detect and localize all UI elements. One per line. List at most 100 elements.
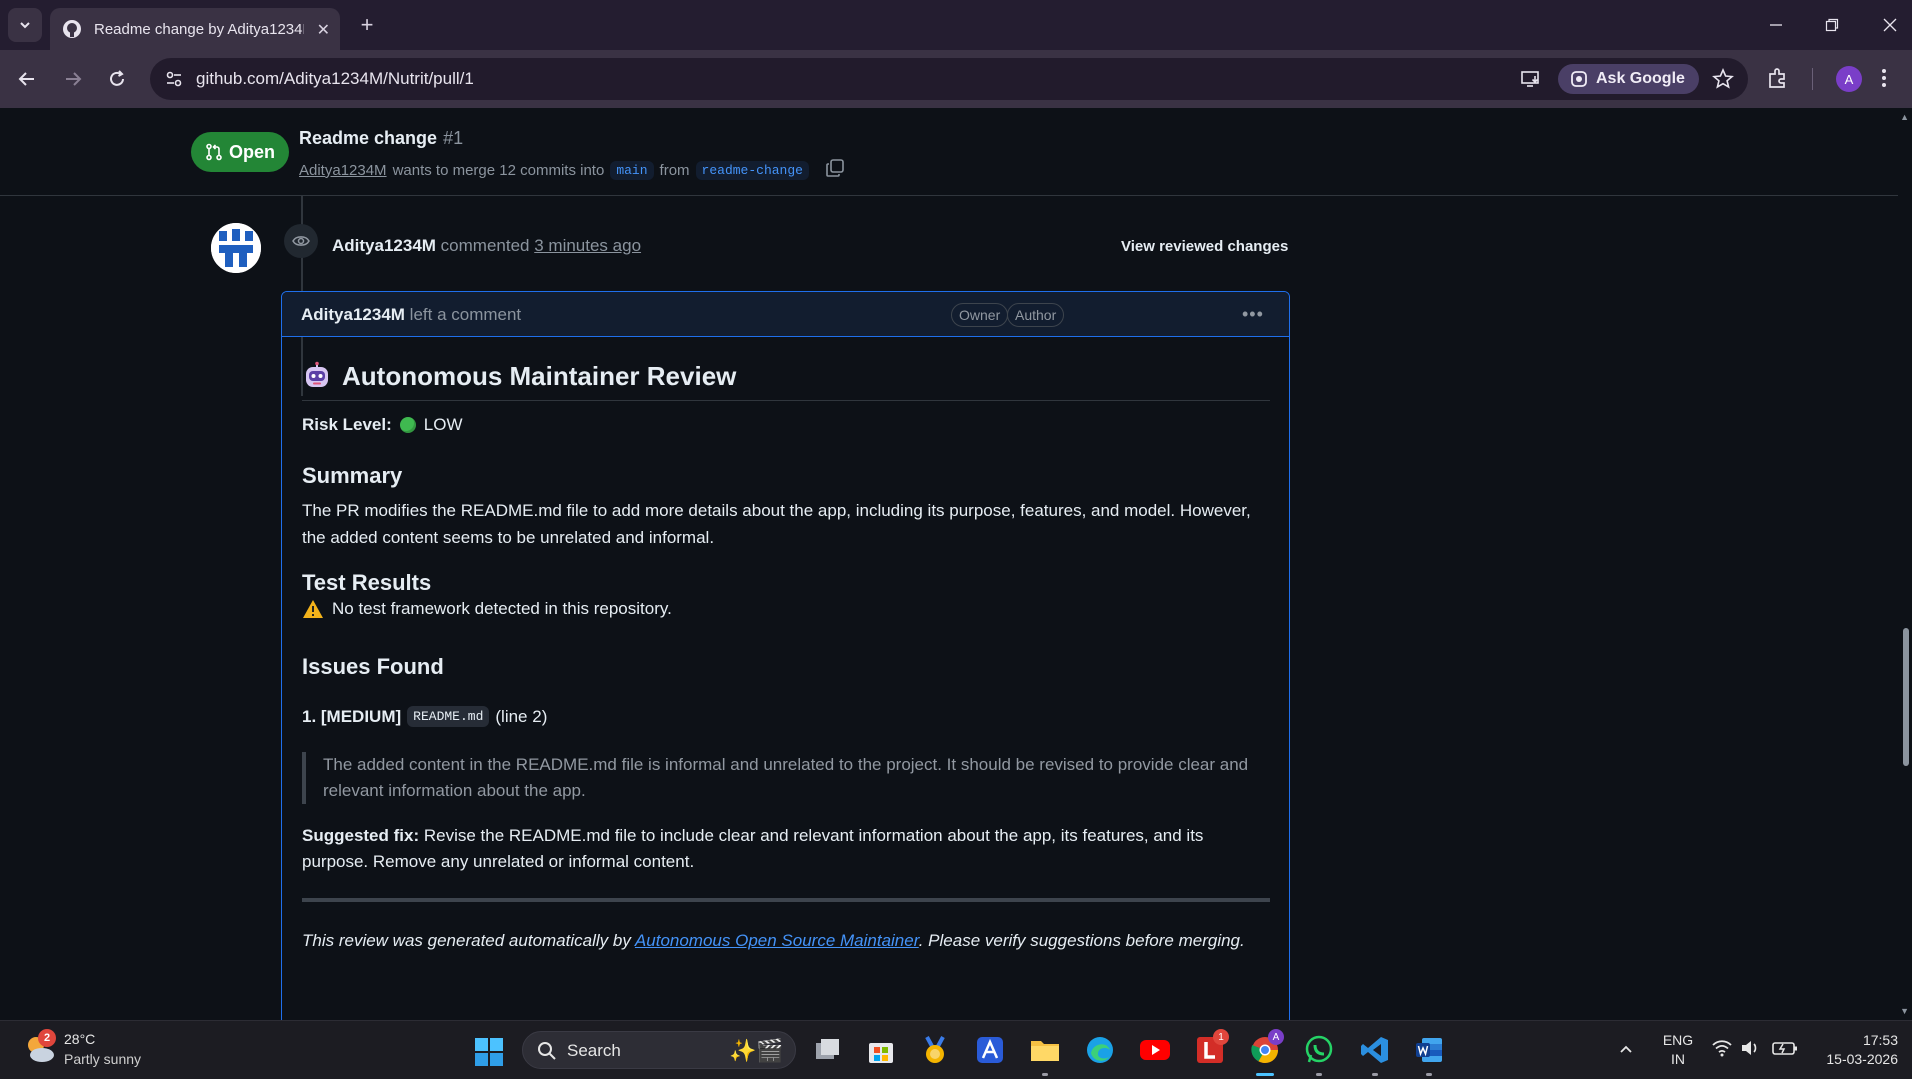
- event-time-link[interactable]: 3 minutes ago: [534, 236, 641, 255]
- page-scrollbar[interactable]: ▲ ▼: [1898, 108, 1912, 1020]
- extensions-icon[interactable]: [1766, 66, 1790, 95]
- vscode-button[interactable]: [1356, 1031, 1394, 1069]
- show-hidden-icons-icon[interactable]: [1618, 1041, 1634, 1062]
- eye-icon: [292, 236, 310, 246]
- active-tab[interactable]: Readme change by Aditya1234M ✕: [50, 8, 340, 50]
- author-badge: Author: [1007, 303, 1065, 327]
- scroll-up-icon[interactable]: ▲: [1900, 112, 1909, 122]
- back-button[interactable]: [14, 66, 40, 92]
- clock[interactable]: 17:53 15-03-2026: [1812, 1031, 1898, 1069]
- review-heading: Autonomous Maintainer Review: [302, 361, 1270, 401]
- profile-avatar[interactable]: A: [1836, 66, 1862, 92]
- battery-icon[interactable]: [1772, 1039, 1798, 1062]
- restore-button[interactable]: [1818, 12, 1846, 38]
- url-text: github.com/Aditya1234M/Nutrit/pull/1: [196, 69, 474, 88]
- windows-icon: [475, 1038, 503, 1066]
- active-app-indicator: [1256, 1073, 1274, 1076]
- pen-app-button[interactable]: [971, 1031, 1009, 1069]
- arrow-left-icon: [18, 72, 34, 86]
- reload-button[interactable]: [104, 66, 130, 92]
- weather-temp: 28°C: [64, 1031, 96, 1047]
- pr-sticky-header: Open Readme change #1 Aditya1234M wants t…: [0, 108, 1900, 196]
- address-bar[interactable]: github.com/Aditya1234M/Nutrit/pull/1 Ask…: [150, 58, 1748, 100]
- green-circle-icon: [399, 417, 416, 433]
- base-branch[interactable]: main: [610, 160, 654, 180]
- youtube-button[interactable]: [1136, 1031, 1174, 1069]
- footer-prefix: This review was generated automatically …: [302, 931, 631, 950]
- fix-text: Revise the README.md file to include cle…: [302, 826, 1204, 871]
- input-language[interactable]: ENG IN: [1660, 1031, 1696, 1069]
- running-indicator: [1372, 1073, 1378, 1076]
- comment-options-icon[interactable]: •••: [1242, 304, 1264, 325]
- event-action: commented: [440, 236, 530, 255]
- comment-author-link[interactable]: Aditya1234M: [301, 305, 405, 324]
- avatar[interactable]: [211, 223, 261, 273]
- scroll-thumb[interactable]: [1903, 628, 1909, 766]
- pr-state-badge: Open: [191, 132, 290, 172]
- reviewed-badge: [284, 224, 318, 258]
- tests-result: No test framework detected in this repos…: [302, 599, 672, 619]
- close-window-button[interactable]: [1876, 12, 1904, 38]
- tests-heading: Test Results: [302, 570, 432, 595]
- comment-header: Aditya1234M left a comment Owner Author …: [282, 292, 1289, 337]
- install-app-icon[interactable]: [1520, 68, 1542, 95]
- site-info-icon[interactable]: [164, 69, 184, 94]
- whatsapp-button[interactable]: [1300, 1031, 1338, 1069]
- search-highlight-icon: ✨🎬: [729, 1038, 784, 1063]
- microsoft-store-button[interactable]: [862, 1031, 900, 1069]
- new-tab-button[interactable]: +: [352, 10, 382, 40]
- risk-level: Risk Level: LOW: [302, 415, 463, 435]
- volume-icon[interactable]: [1740, 1039, 1760, 1062]
- file-explorer-button[interactable]: [1026, 1031, 1064, 1069]
- review-title: Autonomous Maintainer Review: [342, 361, 737, 391]
- pr-author-link[interactable]: Aditya1234M: [299, 162, 387, 179]
- tab-search-button[interactable]: [8, 8, 42, 42]
- github-page: Open Readme change #1 Aditya1234M wants t…: [0, 108, 1912, 1020]
- footer-suffix: . Please verify suggestions before mergi…: [918, 931, 1245, 950]
- folder-icon: [1031, 1041, 1059, 1061]
- close-icon: [1883, 18, 1897, 32]
- bookmark-star-icon[interactable]: [1712, 67, 1734, 95]
- windows-taskbar: 2 28°C Partly sunny Search ✨🎬 1 A ENG IN…: [0, 1020, 1912, 1079]
- forward-button[interactable]: [60, 66, 86, 92]
- minimize-button[interactable]: [1762, 12, 1790, 38]
- search-label: Search: [567, 1041, 621, 1060]
- weather-desc: Partly sunny: [64, 1051, 142, 1067]
- head-branch[interactable]: readme-change: [695, 160, 809, 180]
- wifi-icon[interactable]: [1712, 1039, 1732, 1062]
- scroll-down-icon[interactable]: ▼: [1900, 1006, 1909, 1016]
- issue-severity: 1. [MEDIUM]: [302, 706, 402, 726]
- close-tab-icon[interactable]: ✕: [317, 20, 330, 40]
- browser-tab-bar: Readme change by Aditya1234M ✕ +: [0, 0, 1912, 50]
- store-icon: [869, 1043, 893, 1063]
- more-menu-icon[interactable]: [1880, 66, 1888, 95]
- search-icon: [537, 1041, 557, 1066]
- view-reviewed-changes-link[interactable]: View reviewed changes: [1121, 238, 1288, 255]
- issue-item: 1. [MEDIUM] README.md (line 2): [302, 706, 547, 727]
- word-button[interactable]: [1410, 1031, 1448, 1069]
- youtube-icon: [1140, 1040, 1170, 1060]
- taskbar-search[interactable]: Search ✨🎬: [522, 1031, 796, 1069]
- reload-icon: [110, 70, 124, 86]
- edge-button[interactable]: [1081, 1031, 1119, 1069]
- chevron-down-icon: [20, 22, 30, 29]
- start-button[interactable]: [474, 1037, 504, 1072]
- maintainer-link[interactable]: Autonomous Open Source Maintainer: [635, 931, 919, 950]
- ask-google-button[interactable]: Ask Google: [1558, 64, 1699, 94]
- risk-label: Risk Level:: [302, 415, 392, 434]
- pr-title-text: Readme change: [299, 128, 438, 148]
- git-pull-request-icon: [206, 143, 222, 161]
- copy-icon[interactable]: [825, 158, 845, 182]
- pr-from-text: from: [659, 161, 690, 179]
- pr-number: #1: [443, 128, 464, 148]
- tab-title: Readme change by Aditya1234M: [94, 20, 304, 38]
- medal-app-button[interactable]: [916, 1031, 954, 1069]
- event-author-link[interactable]: Aditya1234M: [332, 236, 436, 255]
- plus-icon: +: [360, 12, 374, 37]
- review-comment: Aditya1234M left a comment Owner Author …: [281, 291, 1290, 1020]
- identicon-icon: [211, 223, 261, 273]
- task-view-button[interactable]: [808, 1031, 846, 1069]
- summary-text: The PR modifies the README.md file to ad…: [302, 501, 1251, 547]
- ask-google-label: Ask Google: [1596, 70, 1685, 87]
- weather-badge: 2: [38, 1029, 56, 1047]
